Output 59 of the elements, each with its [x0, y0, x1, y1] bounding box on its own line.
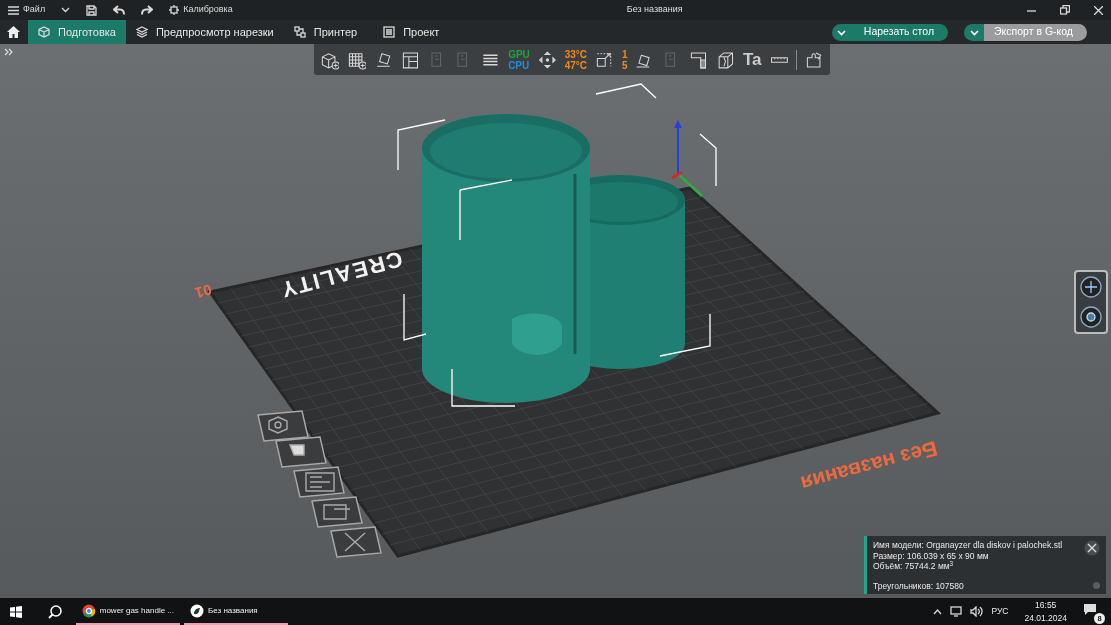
- cup-view-icon[interactable]: [275, 436, 327, 468]
- info-text: Имя модели: Organayzer dla diskov i palochek.stl: [873, 540, 1064, 551]
- toolbar-label: GPU: [508, 48, 530, 60]
- chevron-icon: [969, 29, 979, 36]
- volume-icon[interactable]: [970, 606, 984, 617]
- axis-gizmo-icon: [671, 120, 703, 198]
- info-text: Треугольников: 107580: [873, 580, 965, 591]
- notification-icon[interactable]: [1083, 603, 1097, 616]
- toolbar-label: 1: [621, 48, 628, 60]
- close-icon[interactable]: [1094, 5, 1103, 15]
- network-icon[interactable]: [950, 606, 963, 617]
- tab[interactable]: Проект: [373, 20, 450, 44]
- text-tool-button[interactable]: Ta: [742, 46, 762, 73]
- hexagon-view-icon[interactable]: [257, 410, 309, 442]
- dropdown-button[interactable]: [831, 23, 852, 41]
- undo-icon[interactable]: [113, 5, 126, 15]
- language-indicator[interactable]: РУС: [991, 605, 1009, 618]
- chevron-icon[interactable]: [61, 7, 71, 13]
- plate-view-icon[interactable]: [311, 496, 363, 528]
- info-text: Размер: 106.039 x 65 x 90 мм: [873, 550, 990, 561]
- layers-icon: [135, 26, 148, 38]
- windows-start-icon[interactable]: [10, 605, 22, 618]
- chevron-icon: [837, 29, 847, 36]
- action-button[interactable]: Нарезать стол: [851, 23, 948, 41]
- calibration-label[interactable]: Калибровка: [183, 3, 233, 17]
- taskbar-app[interactable]: Без названия: [184, 598, 288, 625]
- restore-icon[interactable]: [1060, 5, 1070, 15]
- layout-view-icon[interactable]: [293, 466, 345, 498]
- info-text: Объём: 75744.2 мм$^{3}$: [873, 561, 955, 572]
- toolbar-label: 5: [621, 59, 628, 71]
- toolbar-label: 47°C: [564, 59, 587, 71]
- redo-icon[interactable]: [141, 5, 154, 15]
- home-icon[interactable]: [7, 26, 20, 38]
- toolbar-label: CPU: [508, 59, 530, 71]
- chevron-up-icon[interactable]: [933, 608, 943, 615]
- plate-name-label: Без названия: [798, 437, 940, 496]
- clock-date[interactable]: 24.01.2024: [1024, 611, 1067, 625]
- collapse-icon[interactable]: [4, 48, 14, 58]
- dropdown-button[interactable]: [964, 23, 984, 41]
- window-title: Без названия: [626, 3, 683, 17]
- calibration-icon[interactable]: [169, 5, 180, 15]
- search-icon[interactable]: [48, 604, 62, 619]
- plate-number-label: 01: [193, 281, 214, 302]
- printer-icon: [293, 26, 306, 38]
- menu-icon[interactable]: [8, 5, 19, 15]
- app-logo-icon: [190, 603, 204, 618]
- cube-icon: [38, 26, 50, 38]
- menu-label[interactable]: Файл: [23, 3, 46, 17]
- tab[interactable]: Подготовка: [28, 20, 126, 44]
- close-view-icon[interactable]: [330, 526, 382, 558]
- camera-icon[interactable]: [1080, 306, 1102, 328]
- taskbar-app[interactable]: mower gas handle ...: [76, 598, 180, 625]
- save-icon[interactable]: [86, 4, 98, 16]
- toolbar-label: 33°C: [564, 48, 587, 60]
- browser-icon: [82, 603, 96, 618]
- tab[interactable]: Принтер: [283, 20, 368, 44]
- clock-time[interactable]: 16:55: [1035, 598, 1057, 612]
- tab[interactable]: Предпросмотр нарезки: [125, 20, 284, 44]
- close-icon[interactable]: [1084, 540, 1100, 556]
